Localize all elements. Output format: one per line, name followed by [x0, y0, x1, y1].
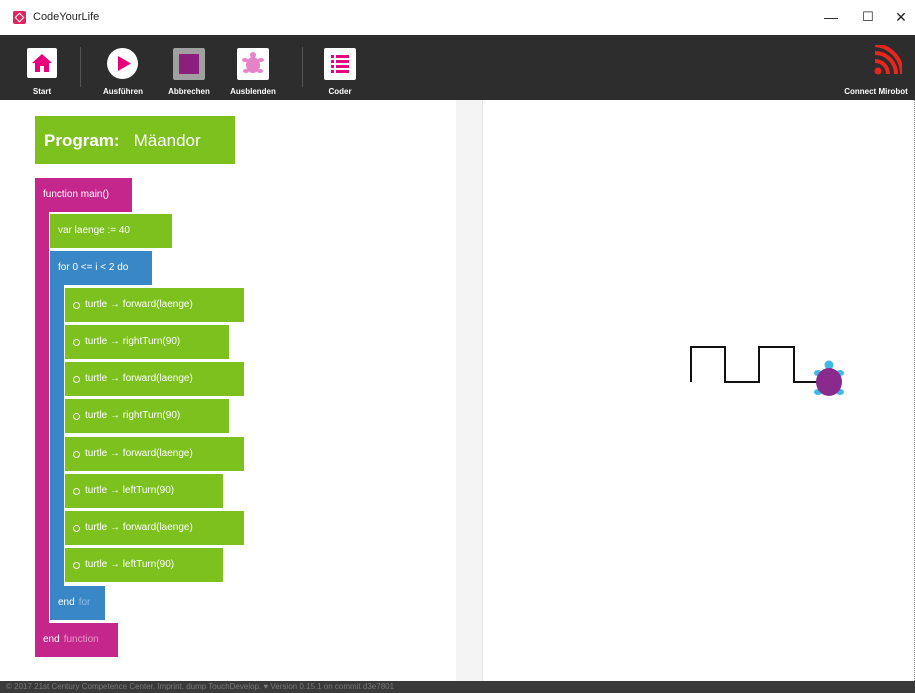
close-button[interactable]: ✕ — [890, 7, 912, 27]
statement-text: turtle → forward(laenge) — [85, 373, 193, 384]
wifi-signal-icon — [872, 43, 905, 77]
minimize-button[interactable]: — — [820, 7, 842, 27]
refresh-icon — [73, 301, 80, 309]
program-header[interactable]: Program: Mäandor — [35, 116, 235, 164]
statement-block[interactable]: turtle → forward(laenge) — [65, 362, 244, 396]
title-bar: CodeYourLife — ☐ ✕ — [0, 0, 915, 35]
statement-text: turtle → rightTurn(90) — [85, 336, 181, 347]
turtle-path — [690, 346, 818, 383]
code-editor-panel: Program: Mäandor function main() var lae… — [0, 100, 456, 681]
for-header[interactable]: for 0 <= i < 2 do — [50, 251, 152, 285]
end-for-word: for — [78, 597, 91, 608]
stop-icon — [173, 48, 205, 80]
refresh-icon — [73, 412, 80, 420]
refresh-icon — [73, 561, 80, 569]
statement-block[interactable]: turtle → rightTurn(90) — [65, 325, 229, 359]
start-button[interactable]: Start — [27, 35, 57, 100]
statement-text: turtle → leftTurn(90) — [85, 485, 175, 496]
statement-text: turtle → rightTurn(90) — [85, 410, 181, 421]
program-label: Program: — [44, 130, 120, 150]
refresh-icon — [73, 524, 80, 532]
connect-label: Connect Mirobot — [844, 87, 908, 96]
statement-block[interactable]: turtle → forward(laenge) — [65, 437, 244, 471]
toolbar-separator — [80, 47, 81, 87]
footer-bar: © 2017 21st Century Competence Center. I… — [0, 681, 915, 693]
toolbar: Start Ausführen Abbrechen Ausblenden Cod… — [0, 35, 915, 100]
app-logo-icon — [13, 11, 26, 24]
panel-divider[interactable] — [456, 100, 482, 681]
function-frame-bar — [35, 178, 49, 657]
end-for-block[interactable]: end for — [50, 586, 105, 620]
run-label: Ausführen — [103, 87, 143, 96]
connect-mirobot-button[interactable]: Connect Mirobot — [844, 35, 912, 100]
list-icon — [324, 48, 356, 80]
coder-label: Coder — [328, 87, 352, 96]
start-label: Start — [32, 87, 52, 96]
window-title: CodeYourLife — [33, 11, 100, 23]
turtle-drawing — [690, 346, 844, 396]
end-for-keyword: end — [58, 597, 75, 608]
statement-text: turtle → forward(laenge) — [85, 299, 193, 310]
home-icon — [27, 48, 57, 78]
statement-block[interactable]: turtle → leftTurn(90) — [65, 474, 223, 508]
turtle-icon — [237, 48, 269, 80]
turtle-canvas — [482, 100, 914, 681]
coder-button[interactable]: Coder — [324, 35, 356, 100]
refresh-icon — [73, 375, 80, 383]
program-name: Mäandor — [133, 130, 201, 150]
play-icon — [107, 48, 138, 79]
maximize-button[interactable]: ☐ — [857, 7, 879, 27]
run-button[interactable]: Ausführen — [103, 35, 143, 100]
for-frame-bar — [50, 251, 64, 620]
end-function-keyword: end — [43, 634, 60, 645]
end-function-word: function — [63, 634, 99, 645]
cancel-label: Abbrechen — [168, 87, 210, 96]
var-declaration[interactable]: var laenge := 40 — [50, 214, 172, 248]
statement-text: turtle → forward(laenge) — [85, 522, 193, 533]
cancel-button[interactable]: Abbrechen — [168, 35, 210, 100]
end-function-block[interactable]: end function — [35, 623, 118, 657]
toolbar-separator — [302, 47, 303, 87]
statement-block[interactable]: turtle → forward(laenge) — [65, 511, 244, 545]
refresh-icon — [73, 338, 80, 346]
statement-text: turtle → leftTurn(90) — [85, 559, 175, 570]
refresh-icon — [73, 450, 80, 458]
hide-button[interactable]: Ausblenden — [230, 35, 276, 100]
statement-block[interactable]: turtle → forward(laenge) — [65, 288, 244, 322]
turtle-icon — [814, 360, 844, 396]
function-header[interactable]: function main() — [35, 178, 132, 212]
refresh-icon — [73, 487, 80, 495]
hide-label: Ausblenden — [230, 87, 276, 96]
statement-text: turtle → forward(laenge) — [85, 448, 193, 459]
statement-block[interactable]: turtle → rightTurn(90) — [65, 399, 229, 433]
statement-block[interactable]: turtle → leftTurn(90) — [65, 548, 223, 582]
